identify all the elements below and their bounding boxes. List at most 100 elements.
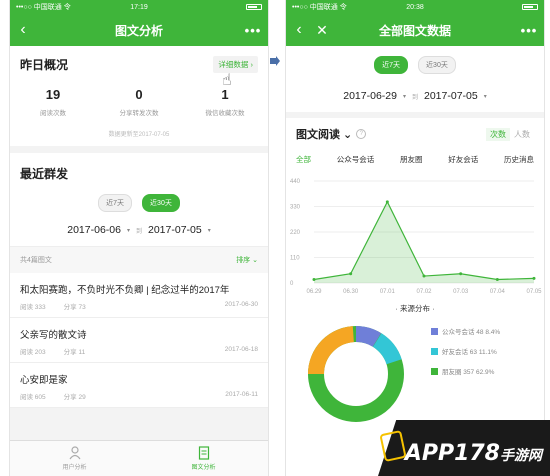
- y-tick-label: 330: [290, 205, 301, 211]
- article-icon: [139, 446, 268, 462]
- page-title: 图文分析: [114, 23, 163, 38]
- data-point[interactable]: [422, 274, 426, 278]
- tab-user-analysis[interactable]: 用户分析: [10, 441, 139, 476]
- list-item[interactable]: 父亲写的散文诗 阅读 203 分享 11 2017-06-18: [10, 318, 268, 363]
- data-point[interactable]: [459, 272, 463, 276]
- date-range: 2017-06-06 ▾ 到 2017-07-05 ▾: [10, 218, 268, 246]
- legend-label: 朋友圈 357 62.9%: [442, 369, 495, 376]
- legend-item: 公众号会话 48 8.4%: [431, 326, 500, 336]
- x-tick-label: 07.01: [380, 289, 396, 295]
- legend-item: 好友会话 63 11.1%: [431, 346, 497, 356]
- battery-icon: [246, 4, 262, 10]
- recent-card: 最近群发 近7天 近30天 2017-06-06 ▾ 到 2017-07-05 …: [10, 153, 268, 408]
- tab-label: 图文分析: [191, 465, 216, 471]
- close-icon[interactable]: ✕: [312, 22, 332, 39]
- data-point[interactable]: [312, 278, 316, 282]
- clock: 20:38: [406, 3, 424, 11]
- toggle-count[interactable]: 次数: [486, 127, 510, 141]
- source-tab-moments[interactable]: 朋友圈: [400, 154, 423, 165]
- start-date-picker[interactable]: 2017-06-29: [343, 90, 397, 102]
- sort-button[interactable]: 排序 ⌄: [236, 255, 258, 265]
- clock: 17:19: [130, 3, 148, 11]
- back-icon[interactable]: ‹: [10, 21, 36, 39]
- more-icon[interactable]: •••: [514, 23, 544, 38]
- article-date: 2017-06-18: [224, 346, 258, 353]
- stat-label: 分享转发次数: [119, 110, 159, 117]
- nav-bar: ‹ ✕ 全部图文数据 •••: [286, 14, 544, 46]
- data-point[interactable]: [349, 272, 353, 276]
- toggle-people[interactable]: 人数: [510, 128, 534, 141]
- date-separator: 到: [135, 228, 142, 235]
- status-bar: •••○○ 中国联通 令 17:19: [10, 0, 268, 14]
- donut-chart: [308, 325, 404, 422]
- range-7-days-button[interactable]: 近7天: [374, 56, 409, 74]
- y-tick-label: 440: [290, 179, 301, 185]
- x-tick-label: 06.30: [343, 289, 359, 295]
- source-tab-official[interactable]: 公众号会话: [337, 154, 375, 165]
- tab-bar: 用户分析 图文分析: [10, 440, 268, 476]
- chevron-down-icon: ▾: [483, 93, 487, 100]
- watermark-brand: APP178: [404, 441, 500, 466]
- article-reads: 阅读 203: [20, 349, 46, 356]
- range-30-days-button[interactable]: 近30天: [142, 194, 180, 212]
- tab-article-analysis[interactable]: 图文分析: [139, 441, 268, 476]
- more-icon[interactable]: •••: [238, 23, 268, 38]
- chevron-down-icon: ▾: [126, 227, 130, 234]
- recent-title: 最近群发: [20, 167, 69, 181]
- user-icon: [10, 446, 139, 462]
- end-date-picker[interactable]: 2017-07-05: [148, 224, 202, 236]
- battery-icon: [522, 4, 538, 10]
- data-point[interactable]: [495, 278, 499, 282]
- stat-label: 阅读次数: [40, 110, 66, 117]
- legend-label: 公众号会话 48 8.4%: [442, 329, 501, 336]
- list-item[interactable]: 和太阳赛跑，不负时光不负卿 | 纪念过半的2017年 阅读 333 分享 73 20…: [10, 273, 268, 318]
- arrow-right-icon: [270, 56, 280, 66]
- legend-item: 朋友圈 357 62.9%: [431, 366, 494, 376]
- stat-label: 微信收藏次数: [205, 110, 245, 117]
- article-date: 2017-06-11: [225, 391, 258, 398]
- stat-favorites: 1 微信收藏次数: [182, 87, 268, 117]
- data-point[interactable]: [385, 200, 389, 204]
- article-title: 父亲写的散文诗: [20, 330, 87, 341]
- source-tab-history[interactable]: 历史消息: [504, 154, 534, 165]
- stat-value: 0: [135, 87, 143, 102]
- article-shares: 分享 73: [63, 304, 86, 311]
- range-30-days-button[interactable]: 近30天: [418, 56, 456, 74]
- article-title: 和太阳赛跑，不负时光不负卿 | 纪念过半的2017年: [20, 285, 230, 296]
- back-icon[interactable]: ‹: [286, 21, 312, 39]
- help-icon[interactable]: ?: [356, 129, 367, 139]
- stat-reads: 19 阅读次数: [10, 87, 96, 117]
- data-point[interactable]: [532, 276, 536, 280]
- end-date-picker[interactable]: 2017-07-05: [424, 90, 478, 102]
- pie-title: · 来源分布 ·: [395, 304, 435, 313]
- x-tick-label: 07.04: [490, 289, 506, 295]
- right-phone: •••○○ 中国联通 令 20:38 ‹ ✕ 全部图文数据 ••• 近7天 近3…: [285, 0, 545, 476]
- list-item[interactable]: 心安即是家 阅读 605 分享 29 2017-06-11: [10, 363, 268, 408]
- area-chart: 0 110 220 330 440 06.29 06.30 07.01 07.02 07.03 07…: [290, 179, 542, 295]
- chevron-down-icon: ▾: [207, 227, 211, 234]
- overview-title: 昨日概况: [20, 58, 69, 72]
- article-shares: 分享 11: [63, 349, 86, 356]
- article-date: 2017-06-30: [224, 301, 258, 308]
- y-tick-label: 0: [290, 281, 294, 287]
- date-range: 2017-06-29 ▾ 到 2017-07-05 ▾: [286, 80, 544, 112]
- metric-dropdown[interactable]: 图文阅读 ⌄: [296, 126, 352, 142]
- article-reads: 阅读 333: [20, 304, 46, 311]
- legend-label: 好友会话 63 11.1%: [442, 349, 497, 356]
- status-bar: •••○○ 中国联通 令 20:38: [286, 0, 544, 14]
- x-tick-label: 07.02: [416, 289, 432, 295]
- source-tab-all[interactable]: 全部: [296, 154, 311, 165]
- y-tick-label: 220: [290, 230, 301, 236]
- article-title: 心安即是家: [20, 375, 68, 386]
- series-area: [314, 201, 534, 283]
- watermark-logo: APP178手游网: [405, 441, 542, 466]
- start-date-picker[interactable]: 2017-06-06: [67, 224, 121, 236]
- y-tick-label: 110: [290, 256, 300, 262]
- date-separator: 到: [411, 94, 418, 101]
- detail-data-button[interactable]: 详细数据 ›: [213, 56, 258, 73]
- stat-shares: 0 分享转发次数: [96, 87, 182, 117]
- x-tick-label: 06.29: [306, 289, 322, 295]
- range-7-days-button[interactable]: 近7天: [98, 194, 133, 212]
- stat-value: 19: [45, 87, 61, 102]
- source-tab-friends[interactable]: 好友会话: [448, 154, 478, 165]
